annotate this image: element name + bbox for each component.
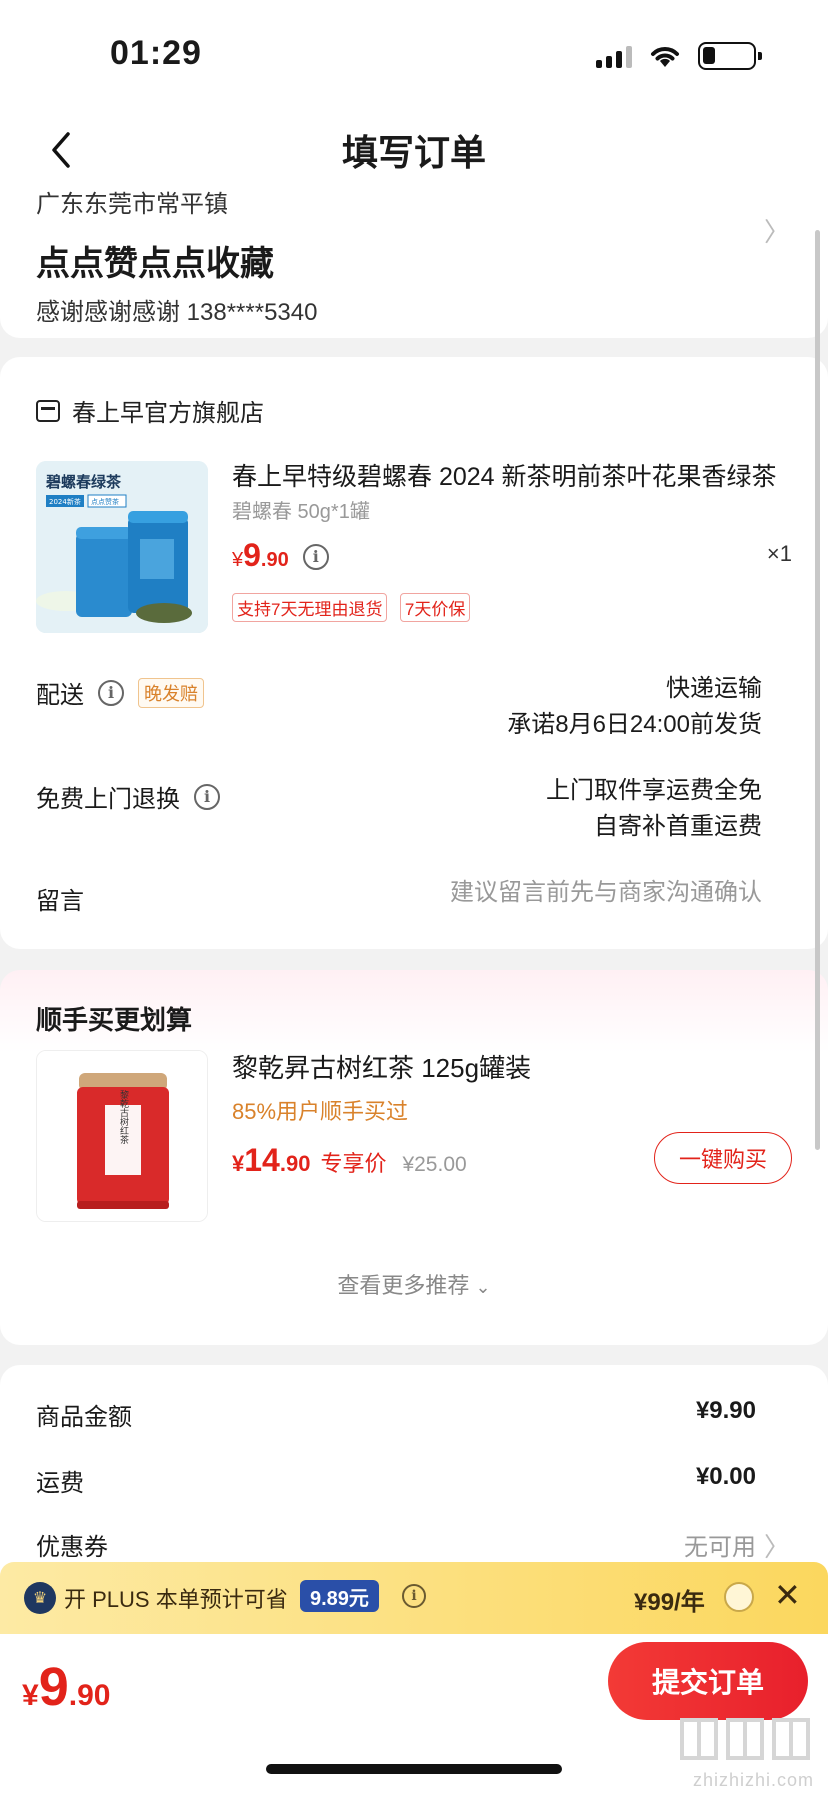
delivery-value[interactable]: 快递运输 承诺8月6日24:00前发货: [507, 671, 762, 743]
return-label-row: 免费上门退换 i: [36, 779, 220, 814]
summary-label: 运费: [36, 1470, 84, 1497]
chevron-down-icon: ⌄: [475, 1277, 491, 1297]
close-icon[interactable]: ✕: [774, 1576, 801, 1614]
summary-row-goods: 商品金额 ¥9.90: [36, 1397, 756, 1432]
order-total: ¥ 9 .90: [22, 1656, 110, 1718]
recommend-meta: 85%用户顺手买过: [232, 1099, 409, 1124]
address-detail: 点点赞点点收藏: [36, 245, 274, 283]
price-currency: ¥: [232, 549, 244, 571]
delivery-promise: 承诺8月6日24:00前发货: [507, 711, 762, 738]
bottom-bar: ¥ 9 .90 提交订单 zhizhizhi.com: [0, 1634, 828, 1795]
plus-savings-badge: 9.89元: [300, 1580, 379, 1612]
product-title[interactable]: 春上早特级碧螺春 2024 新茶明前茶叶花果香绿茶: [232, 457, 792, 493]
recommend-title: 顺手买更划算: [36, 1005, 193, 1035]
plus-banner[interactable]: ♛ 开 PLUS 本单预计可省 9.89元 i ¥99/年 ✕: [0, 1562, 828, 1634]
late-compensation-tag: 晚发赔: [138, 677, 204, 708]
page-title: 填写订单: [341, 132, 486, 173]
home-indicator[interactable]: [266, 1764, 562, 1774]
total-decimal: .90: [68, 1679, 111, 1712]
plus-logo-icon: ♛: [24, 1582, 56, 1614]
info-icon[interactable]: i: [402, 1584, 426, 1608]
scrollbar[interactable]: [815, 230, 820, 1150]
tea-can-illustration: 碧螺春绿茶 2024新茶 点点赞茶: [36, 461, 208, 633]
one-click-buy-button[interactable]: 一键购买: [654, 1132, 792, 1184]
return-line1: 上门取件享运费全免: [546, 777, 762, 804]
status-icons: [596, 40, 762, 72]
delivery-label-row: 配送 i 晚发赔: [36, 675, 204, 710]
red-tea-can-illustration: 黎乾古树红茶: [37, 1051, 207, 1221]
product-spec: 碧螺春 50g*1罐: [232, 501, 370, 523]
plus-checkbox[interactable]: [724, 1582, 754, 1612]
product-qty: ×1: [766, 541, 792, 566]
reco-price-decimal: .90: [279, 1151, 311, 1176]
return-line2: 自寄补首重运费: [594, 813, 762, 840]
shop-name: 春上早官方旗舰店: [72, 400, 264, 427]
recommend-card: 顺手买更划算 黎乾古树红茶 黎乾昇古树红茶 125g罐装 85%用户顺手买过 ¥…: [0, 970, 828, 1345]
store-icon: [36, 399, 60, 422]
wifi-icon: [651, 47, 679, 67]
tag-return: 支持7天无理由退货: [232, 593, 388, 622]
status-time: 01:29: [110, 34, 202, 72]
address-region: 广东东莞市常平镇: [36, 191, 228, 218]
service-tags: 支持7天无理由退货 7天价保: [232, 593, 478, 622]
chevron-right-icon: 〉: [763, 1532, 790, 1562]
chevron-right-icon: 〉: [763, 217, 790, 247]
delivery-method: 快递运输: [666, 675, 762, 702]
info-icon[interactable]: i: [98, 679, 124, 706]
plus-text: 开 PLUS 本单预计可省: [64, 1587, 288, 1612]
info-icon[interactable]: i: [194, 783, 220, 810]
total-currency: ¥: [22, 1679, 39, 1712]
image-headline: 碧螺春绿茶: [45, 473, 122, 491]
recommend-name[interactable]: 黎乾昇古树红茶 125g罐装: [232, 1048, 531, 1085]
plus-price: ¥99/年: [634, 1589, 705, 1616]
price-decimal: .90: [260, 549, 289, 571]
product-price: ¥ 9 .90 i: [232, 537, 329, 574]
message-label: 留言: [36, 881, 84, 916]
image-badge-2: 点点赞茶: [91, 497, 119, 506]
reco-price-label: 专享价: [320, 1151, 387, 1176]
red-tea-label: 黎乾古树红茶: [118, 1089, 129, 1144]
summary-value: 无可用: [684, 1534, 756, 1561]
battery-icon: [698, 42, 762, 70]
price-integer: 9: [243, 537, 261, 573]
reco-original-price: ¥25.00: [402, 1153, 467, 1176]
watermark-text: zhizhizhi.com: [692, 1770, 814, 1790]
reco-price-integer: 14: [244, 1142, 280, 1178]
return-label: 免费上门退换: [36, 786, 180, 813]
recommend-image[interactable]: 黎乾古树红茶: [36, 1050, 208, 1222]
return-value: 上门取件享运费全免 自寄补首重运费: [546, 773, 762, 845]
summary-row-coupon[interactable]: 优惠券 无可用: [36, 1527, 756, 1562]
summary-row-shipping: 运费 ¥0.00: [36, 1463, 756, 1498]
delivery-label: 配送: [36, 682, 84, 709]
reco-currency: ¥: [232, 1151, 245, 1176]
summary-value: ¥0.00: [695, 1463, 756, 1490]
more-recommend-link[interactable]: 查看更多推荐 ⌄: [0, 1268, 828, 1300]
address-card[interactable]: 广东东莞市常平镇 点点赞点点收藏 感谢感谢感谢 138****5340 〉: [0, 178, 828, 338]
summary-value: ¥9.90: [695, 1397, 756, 1424]
order-card: 春上早官方旗舰店 碧螺春绿茶 2024新茶 点点赞茶 春上早特级碧螺春 2024…: [0, 357, 828, 949]
tag-price-protect: 7天价保: [399, 593, 471, 622]
product-image[interactable]: 碧螺春绿茶 2024新茶 点点赞茶: [36, 461, 208, 633]
summary-label: 优惠券: [36, 1534, 108, 1561]
recommend-price: ¥ 14 .90 专享价 ¥25.00: [232, 1142, 467, 1179]
address-contact: 感谢感谢感谢 138****5340: [36, 299, 318, 326]
more-recommend-label: 查看更多推荐: [337, 1273, 470, 1298]
message-input[interactable]: 建议留言前先与商家沟通确认: [450, 875, 762, 911]
shop-row[interactable]: 春上早官方旗舰店: [36, 393, 264, 428]
total-integer: 9: [38, 1657, 69, 1717]
summary-label: 商品金额: [36, 1404, 132, 1431]
info-icon[interactable]: i: [302, 543, 329, 570]
status-bar: 01:29: [0, 0, 828, 110]
signal-icon: [596, 44, 632, 68]
image-badge-1: 2024新茶: [49, 497, 81, 506]
message-label-text: 留言: [36, 888, 84, 915]
